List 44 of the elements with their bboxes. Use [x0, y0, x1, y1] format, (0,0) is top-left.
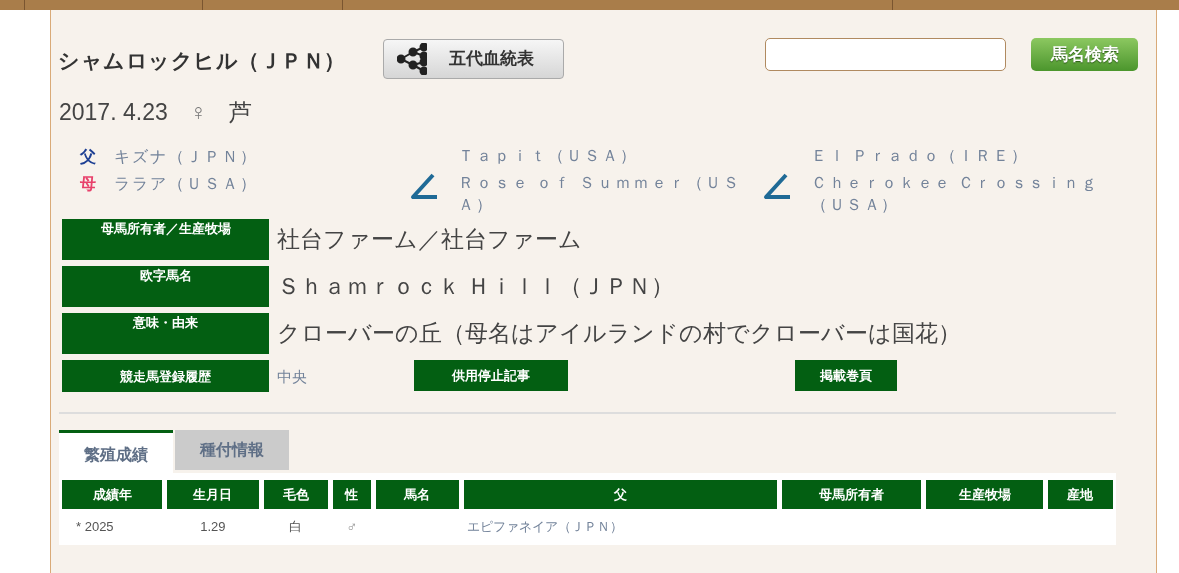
- link-button[interactable]: 掲載巻頁: [795, 360, 897, 391]
- ancestor-name[interactable]: Ｃｈｅｒｏｋｅｅ Ｃｒｏｓｓｉｎｇ（ＵＳＡ）: [811, 172, 1111, 216]
- column-header: 馬名: [375, 480, 460, 509]
- column-header: 生産牧場: [926, 480, 1043, 509]
- tree-icon: [397, 43, 427, 75]
- ancestor-name[interactable]: Ｒｏｓｅ ｏｆ Ｓｕｍｍｅｒ（ＵＳＡ）: [458, 172, 751, 216]
- tab[interactable]: 種付情報: [175, 430, 289, 470]
- parent-label: 母: [80, 174, 96, 193]
- column-header: 生月日: [167, 480, 259, 509]
- ancestor-name[interactable]: Ｔａｐｉｔ（ＵＳＡ）: [458, 145, 751, 167]
- table-cell-text: 1.29: [199, 518, 227, 537]
- tab[interactable]: 繁殖成績: [59, 430, 173, 473]
- search-field[interactable]: [765, 38, 1006, 71]
- column-header: 成績年: [62, 480, 163, 509]
- horse-name-title: シャムロックヒル（ＪＰＮ）: [58, 48, 347, 74]
- parent-name[interactable]: ララア（ＵＳＡ）: [114, 172, 258, 193]
- registry-value[interactable]: 中央: [277, 366, 414, 389]
- ancestor-name[interactable]: Ｅｌ Ｐｒａｄｏ（ＩＲＥ）: [811, 145, 1111, 167]
- info-label: 母馬所有者／生産牧場: [62, 219, 269, 260]
- table-cell-text: 白: [288, 518, 304, 537]
- info-label: 意味・由来: [62, 313, 269, 354]
- parent-label: 父: [80, 147, 96, 166]
- column-header: 父: [464, 480, 777, 509]
- column-header: 性: [332, 480, 371, 509]
- link-button[interactable]: 供用停止記事: [414, 360, 568, 391]
- info-label: 欧字馬名: [62, 266, 269, 307]
- sire-link[interactable]: エピファネイア（ＪＰＮ）: [464, 509, 777, 542]
- info-value: 社台ファーム／社台ファーム: [277, 225, 582, 254]
- coat-color: 芦: [228, 97, 252, 127]
- sex-symbol: ♀: [189, 97, 207, 127]
- birth-date: 2017. 4.23: [59, 97, 168, 127]
- table-cell-text: ♂: [345, 516, 359, 537]
- parent-name[interactable]: キズナ（ＪＰＮ）: [114, 145, 258, 166]
- info-value: Ｓｈａｍｒｏｃｋ Ｈｉｌｌ（ＪＰＮ）: [277, 272, 675, 301]
- column-header: 母馬所有者: [782, 480, 922, 509]
- pedigree-button[interactable]: 五代血統表: [383, 39, 564, 79]
- column-header: 毛色: [263, 480, 328, 509]
- search-button[interactable]: 馬名検索: [1031, 38, 1138, 71]
- angle-icon: [409, 173, 439, 201]
- info-value: クローバーの丘（母名はアイルランドの村でクローバーは国花）: [277, 319, 961, 348]
- angle-icon: [762, 173, 792, 201]
- table-cell-text: * 2025: [75, 518, 115, 537]
- info-label: 競走馬登録履歴: [62, 360, 269, 392]
- column-header: 産地: [1047, 480, 1113, 509]
